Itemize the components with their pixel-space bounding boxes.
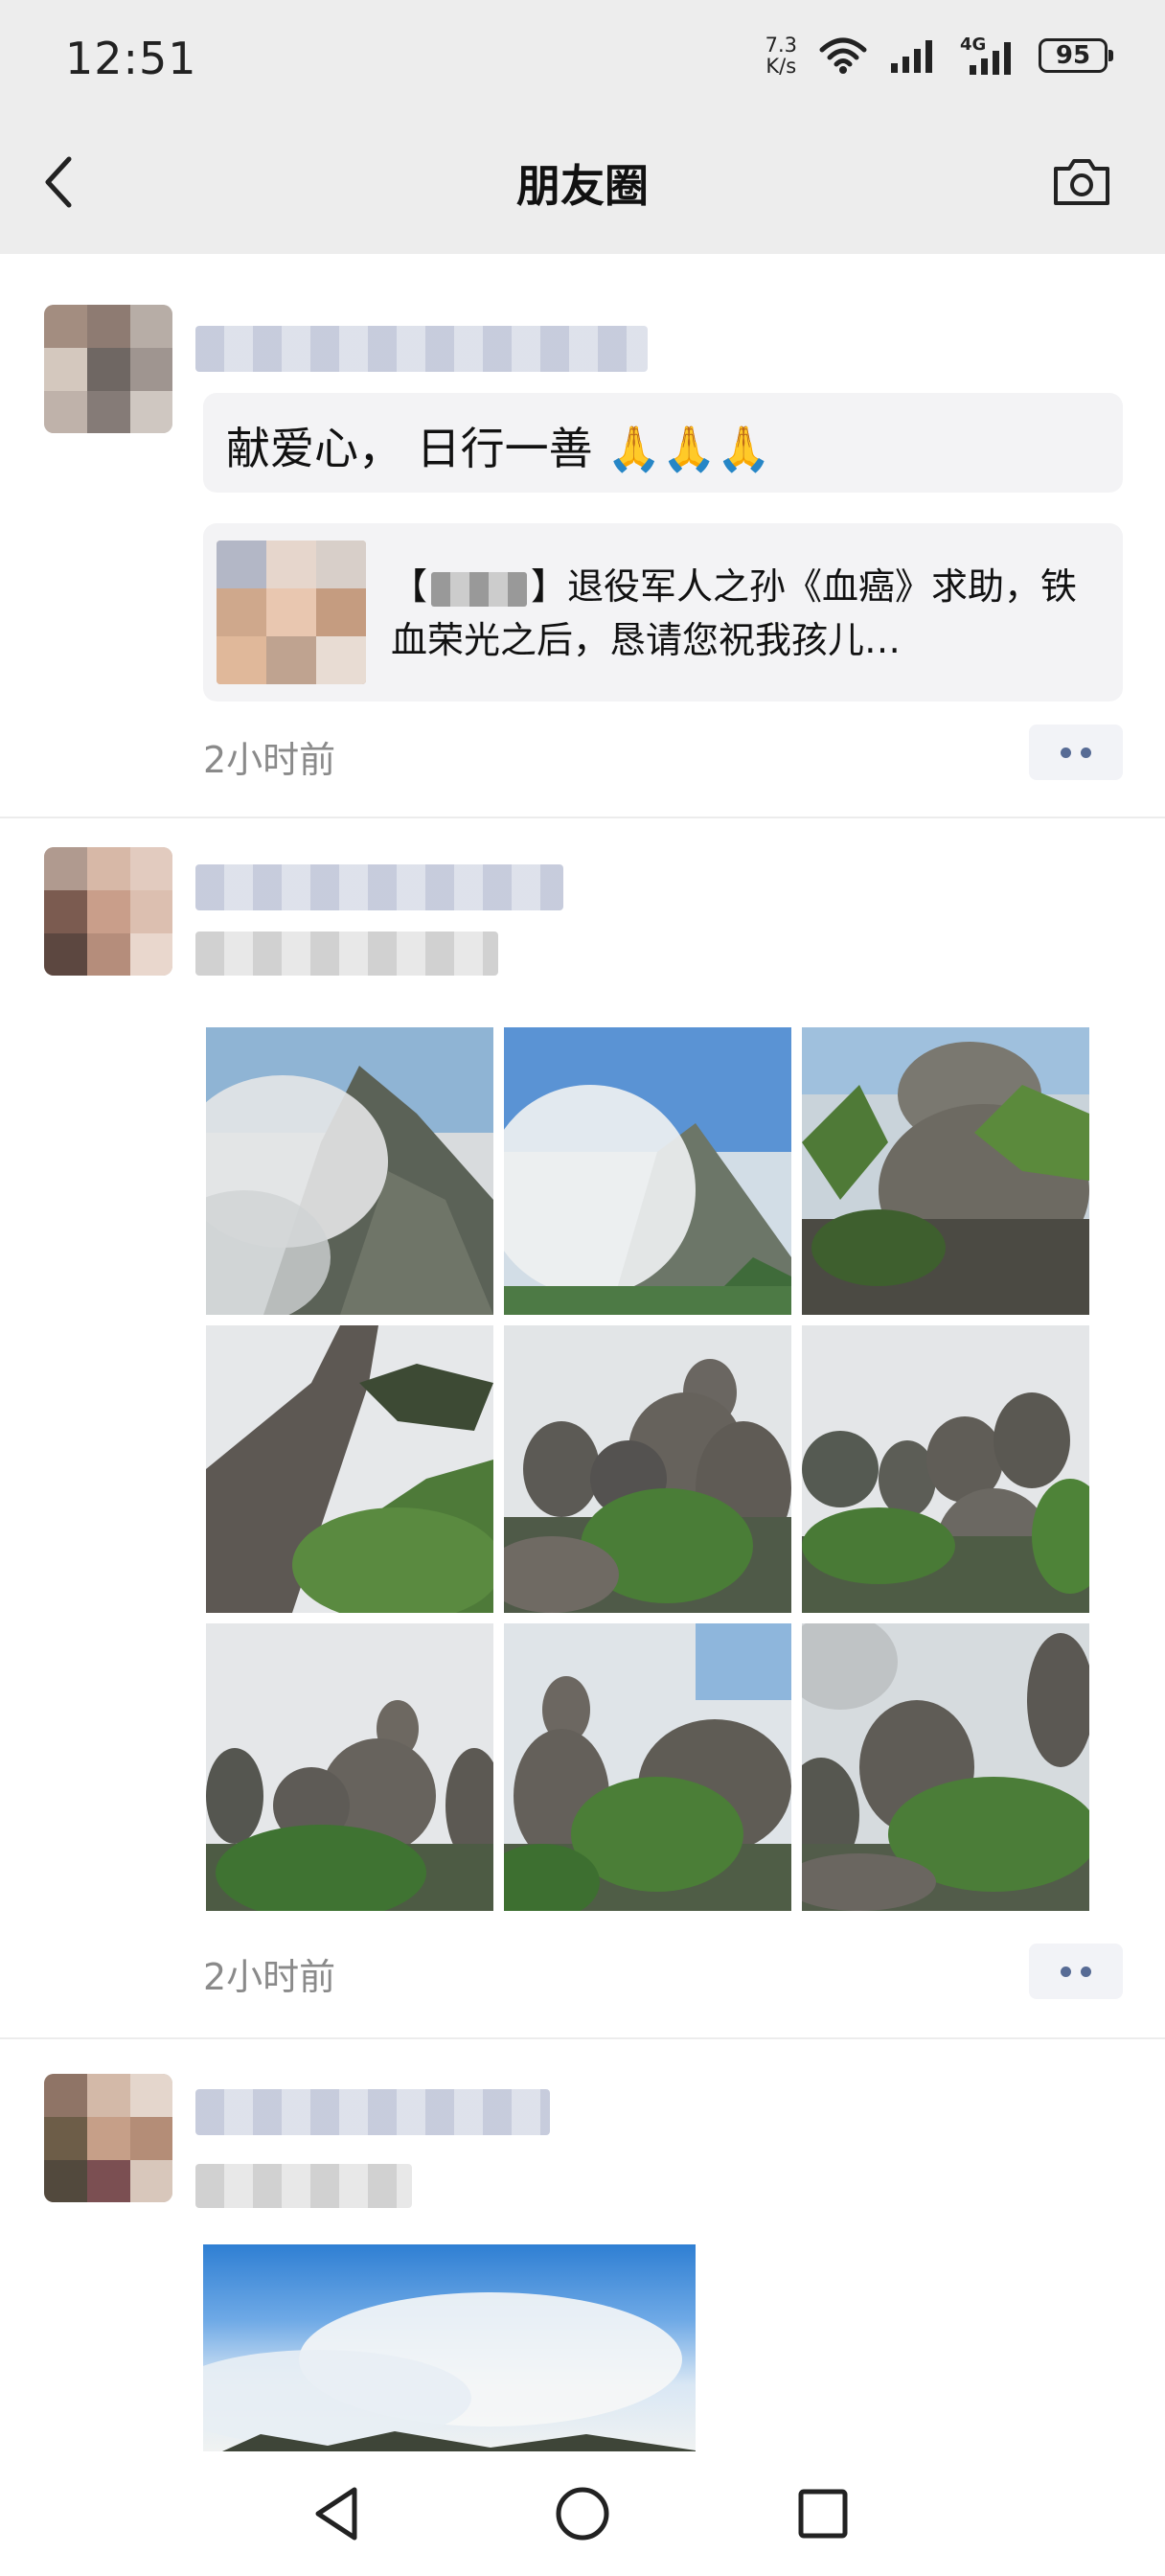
photo-thumbnail[interactable] xyxy=(206,1027,493,1315)
post-text-blurred xyxy=(195,932,498,976)
status-time: 12:51 xyxy=(65,33,197,84)
blurred-text xyxy=(431,571,528,607)
divider xyxy=(0,2037,1165,2039)
photo-thumbnail[interactable] xyxy=(802,1027,1089,1315)
wifi-icon xyxy=(819,37,867,74)
post-time: 2小时前 xyxy=(203,739,336,781)
shared-link-card[interactable]: 【】退役军人之孙《血癌》求助，铁血荣光之后，恳请您祝我孩儿… xyxy=(203,523,1123,702)
photo-thumbnail[interactable] xyxy=(504,1027,791,1315)
link-bracket-left: 【 xyxy=(391,565,428,608)
home-circle-icon[interactable] xyxy=(549,2480,616,2547)
more-actions-button[interactable] xyxy=(1029,724,1123,780)
link-thumbnail xyxy=(217,540,366,684)
dot-icon xyxy=(1061,1966,1071,1977)
photo-thumbnail[interactable] xyxy=(206,1325,493,1613)
single-photo[interactable] xyxy=(203,2244,696,2460)
link-title: 【】退役军人之孙《血癌》求助，铁血荣光之后，恳请您祝我孩儿… xyxy=(391,560,1100,667)
recents-square-icon[interactable] xyxy=(789,2480,857,2547)
nickname-blurred[interactable] xyxy=(195,864,563,910)
dot-icon xyxy=(1061,747,1071,758)
signal-4g-icon: 4G xyxy=(960,34,1017,77)
photo-thumbnail[interactable] xyxy=(802,1325,1089,1613)
photo-thumbnail[interactable] xyxy=(206,1623,493,1911)
divider xyxy=(0,816,1165,818)
more-actions-button[interactable] xyxy=(1029,1944,1123,1999)
system-nav-bar xyxy=(0,2451,1165,2576)
nickname-blurred[interactable] xyxy=(195,326,648,372)
photo-thumbnail[interactable] xyxy=(802,1623,1089,1911)
avatar[interactable] xyxy=(44,305,172,433)
signal-icon xyxy=(891,40,932,73)
avatar[interactable] xyxy=(44,847,172,976)
avatar[interactable] xyxy=(44,2074,172,2202)
dot-icon xyxy=(1081,747,1091,758)
post-text-bubble: 献爱心， 日行一善 🙏🙏🙏 xyxy=(203,393,1123,493)
battery-indicator: 95 xyxy=(1039,38,1113,73)
photo-thumbnail[interactable] xyxy=(504,1325,791,1613)
link-bracket-right: 】 xyxy=(531,565,568,608)
nickname-blurred[interactable] xyxy=(195,2089,550,2135)
photo-thumbnail[interactable] xyxy=(504,1623,791,1911)
post-text: 献爱心， 日行一善 xyxy=(226,423,593,474)
net-speed-value: 7.3 xyxy=(765,34,797,57)
net-speed: 7.3 K/s xyxy=(765,34,797,77)
pray-emoji: 🙏🙏🙏 xyxy=(606,423,772,474)
status-icons: 7.3 K/s 4G 95 xyxy=(765,34,1113,77)
post-time: 2小时前 xyxy=(203,1956,336,1998)
camera-icon[interactable] xyxy=(1050,155,1113,209)
header-bar: 12:51 7.3 K/s 4G 95 朋友圈 xyxy=(0,0,1165,254)
photo-grid xyxy=(206,1027,1089,1911)
back-triangle-icon[interactable] xyxy=(305,2480,372,2547)
page-title: 朋友圈 xyxy=(516,160,649,212)
net-speed-unit: K/s xyxy=(765,55,797,78)
post-text-blurred xyxy=(195,2164,412,2208)
dot-icon xyxy=(1081,1966,1091,1977)
